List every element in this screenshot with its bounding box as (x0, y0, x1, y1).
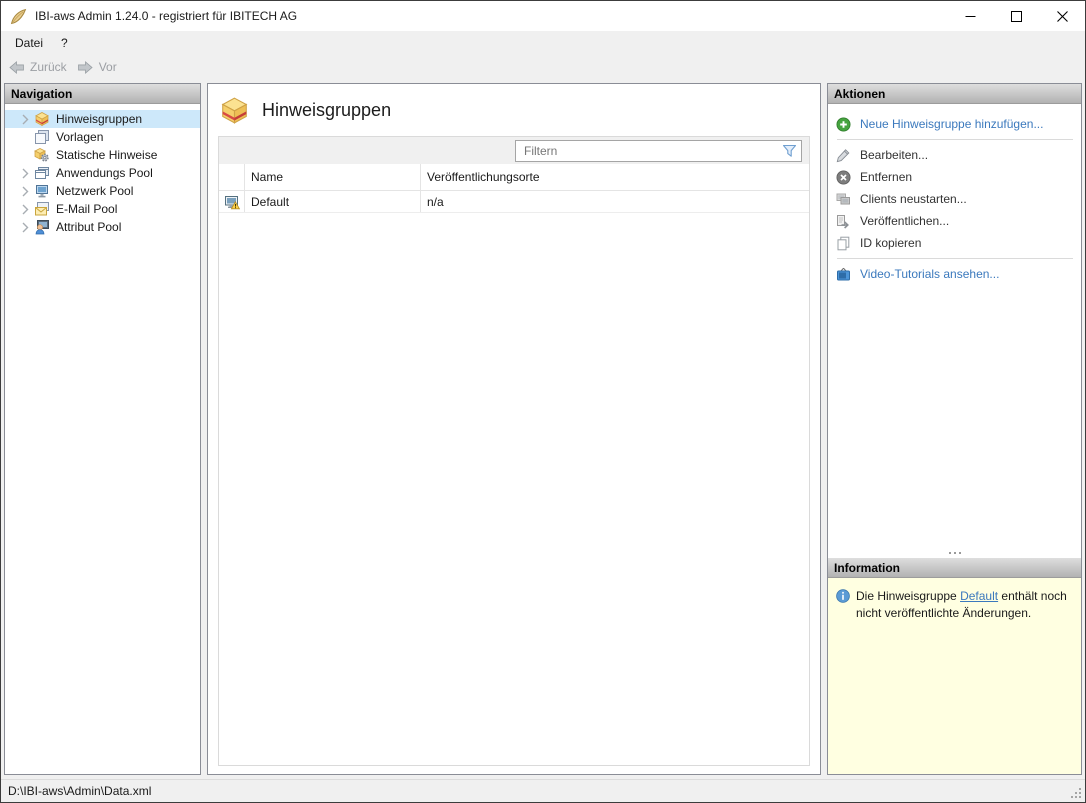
information-message: Die Hinweisgruppe Default enthält noch n… (856, 589, 1067, 621)
remove-icon (836, 170, 851, 184)
tree-item-email-pool[interactable]: E-Mail Pool (5, 200, 200, 218)
menu-bar: Datei ? (1, 31, 1085, 55)
tree-item-label: Vorlagen (56, 130, 104, 144)
tree-item-hinweisgruppen[interactable]: Hinweisgruppen (5, 110, 200, 128)
panel-splitter[interactable] (828, 547, 1081, 558)
resize-grip[interactable] (1070, 787, 1083, 800)
column-name[interactable]: Name (244, 164, 420, 190)
action-add-notice-group[interactable]: Neue Hinweisgruppe hinzufügen... (836, 113, 1075, 135)
menu-datei[interactable]: Datei (6, 31, 52, 55)
page-title: Hinweisgruppen (262, 100, 392, 120)
tree-item-label: Hinweisgruppen (56, 112, 143, 126)
restart-clients-icon (836, 193, 850, 204)
action-publish[interactable]: Veröffentlichen... (836, 210, 1075, 232)
close-icon (1056, 10, 1068, 22)
close-button[interactable] (1039, 1, 1085, 31)
network-pool-icon (34, 183, 50, 199)
actions-list: Neue Hinweisgruppe hinzufügen... Bearbei… (828, 104, 1081, 285)
static-notices-icon (34, 147, 50, 163)
content-area: Navigation Hinweisgruppen Vorlagen Stati… (1, 79, 1085, 779)
tree-item-anwendungs-pool[interactable]: Anwendungs Pool (5, 164, 200, 182)
minimize-button[interactable] (947, 1, 993, 31)
app-logo-icon (10, 8, 27, 24)
filter-input[interactable] (515, 139, 802, 162)
chevron-right-icon[interactable] (18, 168, 34, 179)
filter-funnel-icon[interactable] (782, 144, 797, 158)
application-pool-icon (34, 165, 50, 181)
navigation-panel: Navigation Hinweisgruppen Vorlagen Stati… (4, 83, 201, 775)
attribute-pool-icon (34, 219, 50, 235)
actions-panel: Aktionen Neue Hinweisgruppe hinzufügen..… (827, 83, 1082, 775)
chevron-right-icon[interactable] (18, 204, 34, 215)
action-video-tutorials[interactable]: Video-Tutorials ansehen... (836, 263, 1075, 285)
back-arrow-icon (9, 60, 24, 74)
tree-item-label: Anwendungs Pool (56, 166, 153, 180)
action-remove[interactable]: Entfernen (836, 166, 1075, 188)
video-tutorials-icon (837, 267, 850, 280)
information-body: Die Hinweisgruppe Default enthält noch n… (828, 578, 1081, 774)
menu-help[interactable]: ? (52, 31, 77, 55)
forward-label: Vor (98, 60, 117, 74)
edit-icon (836, 148, 850, 162)
chevron-right-icon[interactable] (18, 222, 34, 233)
minimize-icon (965, 15, 975, 17)
info-icon (836, 589, 850, 603)
notice-group-warning-icon (224, 195, 240, 209)
navigation-tree: Hinweisgruppen Vorlagen Statische Hinwei… (5, 104, 200, 236)
action-copy-id[interactable]: ID kopieren (836, 232, 1075, 254)
table-row[interactable]: Default n/a (219, 191, 809, 213)
maximize-button[interactable] (993, 1, 1039, 31)
maximize-icon (1010, 10, 1022, 22)
forward-button[interactable]: Vor (77, 60, 117, 74)
copy-id-icon (837, 236, 850, 250)
action-restart-clients[interactable]: Clients neustarten... (836, 188, 1075, 210)
column-icon[interactable] (219, 164, 244, 190)
navigation-header: Navigation (5, 84, 200, 104)
back-button[interactable]: Zurück (8, 60, 67, 74)
default-group-link[interactable]: Default (960, 589, 998, 603)
row-locations: n/a (420, 191, 809, 212)
table-empty-area (219, 213, 809, 765)
tree-item-statische-hinweise[interactable]: Statische Hinweise (5, 146, 200, 164)
actions-empty-area (828, 285, 1081, 547)
window-title: IBI-aws Admin 1.24.0 - registriert für I… (35, 9, 298, 23)
forward-arrow-icon (77, 60, 93, 74)
actions-header: Aktionen (828, 84, 1081, 104)
filter-bar (219, 137, 809, 164)
column-veroeffentlichungsorte[interactable]: Veröffentlichungsorte (420, 164, 809, 190)
notice-group-list: Name Veröffentlichungsorte (218, 136, 810, 766)
information-header: Information (828, 558, 1081, 578)
chevron-right-icon[interactable] (18, 186, 34, 197)
action-edit[interactable]: Bearbeiten... (836, 144, 1075, 166)
main-panel: Hinweisgruppen Name Veröffentlichungsort… (207, 83, 821, 775)
notice-group-icon (221, 97, 248, 124)
tree-item-netzwerk-pool[interactable]: Netzwerk Pool (5, 182, 200, 200)
tree-item-label: Attribut Pool (56, 220, 122, 234)
add-icon (836, 117, 851, 131)
back-label: Zurück (30, 60, 67, 74)
tree-item-label: E-Mail Pool (56, 202, 118, 216)
publish-icon (837, 214, 849, 229)
title-bar: IBI-aws Admin 1.24.0 - registriert für I… (1, 1, 1085, 31)
page-title-block: Hinweisgruppen (208, 84, 820, 134)
navigation-toolbar: Zurück Vor (1, 55, 1085, 79)
tree-item-vorlagen[interactable]: Vorlagen (5, 128, 200, 146)
table-header: Name Veröffentlichungsorte (219, 164, 809, 191)
email-pool-icon (34, 201, 50, 217)
status-bar: D:\IBI-aws\Admin\Data.xml (1, 779, 1085, 802)
app-window: IBI-aws Admin 1.24.0 - registriert für I… (0, 0, 1086, 803)
row-name: Default (244, 191, 420, 212)
tree-item-label: Netzwerk Pool (56, 184, 134, 198)
tree-item-attribut-pool[interactable]: Attribut Pool (5, 218, 200, 236)
actions-separator (837, 139, 1073, 140)
actions-separator (837, 258, 1073, 259)
tree-item-label: Statische Hinweise (56, 148, 158, 162)
data-file-path: D:\IBI-aws\Admin\Data.xml (8, 784, 152, 798)
templates-icon (34, 129, 50, 145)
notice-group-icon (34, 111, 50, 127)
chevron-right-icon[interactable] (18, 114, 34, 125)
